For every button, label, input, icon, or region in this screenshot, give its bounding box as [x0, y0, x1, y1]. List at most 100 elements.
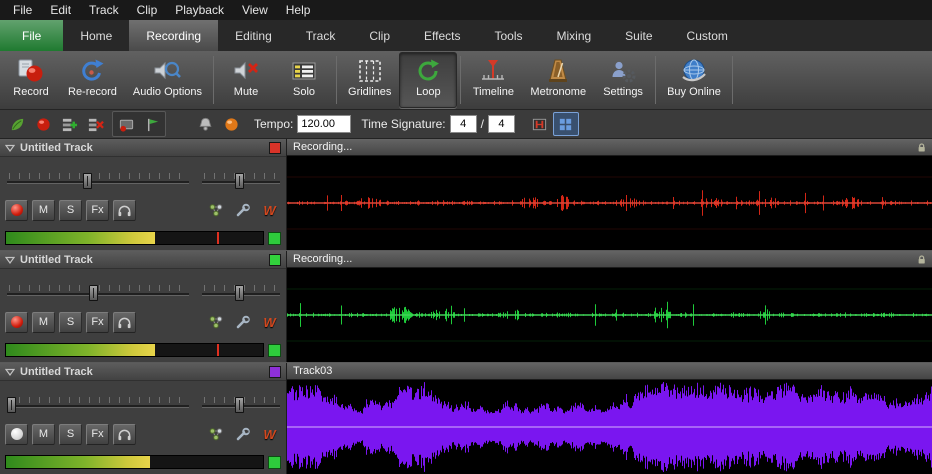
menu-track[interactable]: Track	[80, 3, 128, 17]
waveform-button[interactable]: W	[258, 200, 281, 221]
loop-button[interactable]: Loop	[399, 52, 458, 108]
menu-file[interactable]: File	[4, 3, 41, 17]
gridlines-button[interactable]: Gridlines	[340, 52, 399, 108]
record-ball-button[interactable]	[30, 112, 56, 136]
waveform-button[interactable]: W	[258, 312, 281, 333]
tab-suite[interactable]: Suite	[608, 20, 669, 51]
pan-slider[interactable]	[202, 393, 280, 419]
menu-playback[interactable]: Playback	[166, 3, 233, 17]
tab-clip[interactable]: Clip	[352, 20, 407, 51]
record-button[interactable]: Record	[2, 52, 60, 108]
fx-button[interactable]: Fx	[86, 199, 109, 221]
timeline-button[interactable]: Timeline	[464, 52, 522, 108]
wrench-icon	[236, 203, 250, 217]
waveform-button[interactable]: W	[258, 424, 281, 445]
lock-icon[interactable]	[917, 142, 926, 153]
bell-button[interactable]	[192, 112, 218, 136]
delete-track-button[interactable]	[82, 112, 108, 136]
tab-editing[interactable]: Editing	[218, 20, 289, 51]
tools-button[interactable]	[231, 200, 254, 221]
delete-track-icon	[88, 118, 104, 131]
tab-effects[interactable]: Effects	[407, 20, 477, 51]
tab-mixing[interactable]: Mixing	[539, 20, 608, 51]
tab-tools[interactable]: Tools	[477, 20, 539, 51]
volume-slider[interactable]	[6, 393, 189, 419]
mute-button[interactable]: M	[32, 423, 55, 445]
menu-clip[interactable]: Clip	[128, 3, 167, 17]
effects-chain-button[interactable]	[204, 200, 227, 221]
collapse-triangle-icon[interactable]	[5, 144, 15, 152]
effects-chain-button[interactable]	[204, 312, 227, 333]
pan-slider-handle[interactable]	[235, 173, 245, 189]
draw-tool-button[interactable]	[4, 112, 30, 136]
menu-edit[interactable]: Edit	[41, 3, 80, 17]
clip-record-button[interactable]	[113, 112, 139, 136]
tab-home[interactable]: Home	[63, 20, 129, 51]
collapse-triangle-icon[interactable]	[5, 256, 15, 264]
wave-icon: W	[263, 202, 276, 218]
mute-ribbon-button[interactable]: Mute	[217, 52, 275, 108]
tab-file[interactable]: File	[0, 20, 64, 51]
metronome-button[interactable]: Metronome	[522, 52, 594, 108]
volume-slider-handle[interactable]	[6, 397, 16, 413]
clip-label: Recording...	[293, 253, 353, 265]
fx-button[interactable]: Fx	[86, 311, 109, 333]
menu-view[interactable]: View	[233, 3, 277, 17]
pan-slider[interactable]	[202, 169, 280, 195]
monitor-button[interactable]	[113, 311, 136, 333]
monitor-button[interactable]	[113, 199, 136, 221]
re-record-button[interactable]: Re-record	[60, 52, 125, 108]
track-color-swatch[interactable]	[269, 365, 281, 378]
volume-slider[interactable]	[7, 281, 189, 307]
pan-slider-handle[interactable]	[235, 285, 245, 301]
solo-button[interactable]: S	[59, 199, 82, 221]
track-header[interactable]: Untitled Track	[0, 363, 286, 381]
track-header[interactable]: Untitled Track	[0, 251, 286, 269]
pan-slider-handle[interactable]	[235, 397, 245, 413]
track-header[interactable]: Untitled Track	[0, 139, 286, 157]
tools-button[interactable]	[231, 312, 254, 333]
waveform-display[interactable]	[287, 268, 932, 362]
marker-flag-button[interactable]	[139, 112, 165, 136]
clip-title-bar[interactable]: Track03	[287, 363, 932, 380]
tab-custom[interactable]: Custom	[670, 20, 745, 51]
clip-title-bar[interactable]: Recording...	[287, 139, 932, 156]
track-color-swatch[interactable]	[269, 253, 281, 266]
mute-button[interactable]: M	[32, 311, 55, 333]
fx-button[interactable]: Fx	[86, 423, 109, 445]
waveform-display[interactable]	[287, 156, 932, 250]
tempo-input[interactable]	[297, 115, 352, 133]
audio-options-button[interactable]: Audio Options	[125, 52, 210, 108]
solo-button[interactable]: S	[59, 423, 82, 445]
mute-button[interactable]: M	[32, 199, 55, 221]
tempo-tap-button[interactable]	[218, 112, 244, 136]
lock-icon[interactable]	[917, 254, 926, 265]
volume-slider-handle[interactable]	[88, 285, 98, 301]
tab-track[interactable]: Track	[289, 20, 353, 51]
record-arm-button[interactable]	[5, 423, 28, 445]
collapse-triangle-icon[interactable]	[5, 368, 15, 376]
time-signature-numerator-input[interactable]	[449, 115, 477, 133]
volume-slider[interactable]	[7, 169, 189, 195]
monitor-button[interactable]	[113, 423, 136, 445]
record-arm-button[interactable]	[5, 311, 28, 333]
track-color-swatch[interactable]	[269, 141, 281, 154]
grid-panel-button[interactable]	[552, 112, 579, 136]
waveform-display[interactable]	[287, 380, 932, 474]
solo-button[interactable]: S	[59, 311, 82, 333]
volume-slider-handle[interactable]	[83, 173, 93, 189]
add-track-button[interactable]	[56, 112, 82, 136]
time-signature-denominator-input[interactable]	[487, 115, 515, 133]
clip-title-bar[interactable]: Recording...	[287, 251, 932, 268]
tools-button[interactable]	[231, 424, 254, 445]
solo-ribbon-button[interactable]: Solo	[275, 52, 333, 108]
timeline-panel-button[interactable]	[527, 112, 553, 136]
menu-help[interactable]: Help	[277, 3, 320, 17]
pan-slider[interactable]	[202, 281, 280, 307]
buy-online-button[interactable]: Buy Online	[659, 52, 729, 108]
record-arm-button[interactable]	[5, 199, 28, 221]
metronome-button-label: Metronome	[530, 86, 587, 98]
effects-chain-button[interactable]	[204, 424, 227, 445]
settings-button[interactable]: Settings	[594, 52, 652, 108]
tab-recording[interactable]: Recording	[129, 20, 219, 51]
